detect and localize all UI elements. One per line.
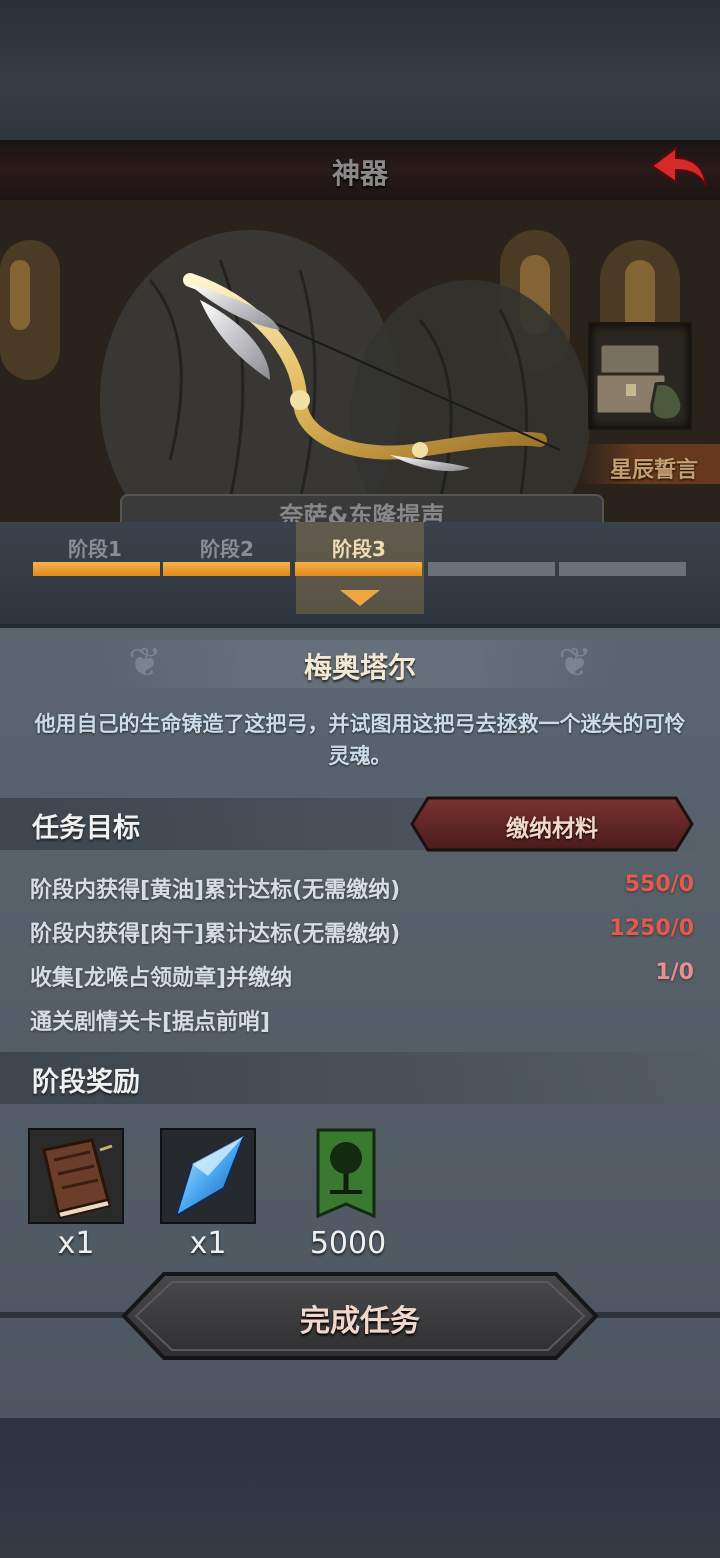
rewards-section-title: 阶段奖励 (32, 1067, 140, 1098)
tasks-section-title: 任务目标 (32, 813, 140, 844)
artifact-name: 梅奥塔尔 (303, 651, 416, 684)
reward-item-book[interactable] (28, 1128, 124, 1224)
task-text: 阶段内获得[黄油]累计达标(无需缴纳) (30, 878, 401, 903)
task-progress: 1/0 (655, 960, 694, 985)
page-title: 神器 (331, 157, 388, 190)
header-bar: 神器 (0, 140, 720, 202)
submit-materials-button[interactable]: 缴纳材料 (410, 796, 694, 852)
task-item: 通关剧情关卡[据点前哨] (30, 998, 694, 1038)
active-stage-indicator-icon (340, 590, 380, 606)
stage-progress-segment (559, 562, 686, 576)
reward-frame (160, 1128, 256, 1224)
task-progress: 1250/0 (609, 916, 694, 941)
tree-banner-icon (316, 1128, 376, 1219)
tab-stage-2[interactable]: 阶段2 (162, 533, 292, 562)
tab-stage-1[interactable]: 阶段1 (30, 533, 160, 562)
tab-stage-3[interactable]: 阶段3 (294, 533, 424, 562)
reward-count: 5000 (309, 1226, 387, 1261)
reward-count: x1 (189, 1226, 227, 1261)
stage-progress-segment (163, 562, 290, 576)
back-arrow-icon (650, 146, 707, 187)
task-item: 阶段内获得[黄油]累计达标(无需缴纳) 550/0 (30, 866, 694, 906)
stage-progress-segment (428, 562, 555, 576)
reward-count: x1 (57, 1226, 95, 1261)
bottom-background (0, 1418, 720, 1558)
task-text: 阶段内获得[肉干]累计达标(无需缴纳) (30, 922, 401, 947)
reward-item-banner[interactable] (316, 1128, 376, 1224)
divider-line (0, 1312, 130, 1318)
top-background (0, 0, 720, 140)
back-button[interactable] (646, 144, 710, 194)
stage-progress-segment (295, 562, 422, 576)
task-text: 通关剧情关卡[据点前哨] (30, 1010, 271, 1035)
treasure-chest-button[interactable] (588, 322, 692, 430)
crystal-icon (162, 1130, 254, 1222)
reward-frame (28, 1128, 124, 1224)
artifact-title: 星辰誓言 (609, 458, 698, 483)
task-item: 收集[龙喉占领勋章]并缴纳 1/0 (30, 954, 694, 994)
divider-line (590, 1312, 720, 1318)
task-item: 阶段内获得[肉干]累计达标(无需缴纳) 1250/0 (30, 910, 694, 950)
submit-materials-label: 缴纳材料 (506, 816, 598, 842)
task-progress: 550/0 (624, 872, 694, 897)
complete-task-button[interactable]: 完成任务 (120, 1270, 600, 1362)
book-icon (30, 1130, 122, 1222)
task-text: 收集[龙喉占领勋章]并缴纳 (30, 966, 293, 991)
artifact-description: 他用自己的生命铸造了这把弓，并试图用这把弓去拯救一个迷失的可怜灵魂。 (34, 712, 686, 768)
stage-progress-segment (33, 562, 160, 576)
reward-item-crystal[interactable] (160, 1128, 256, 1224)
complete-task-label: 完成任务 (300, 1304, 420, 1339)
treasure-chest-icon (594, 342, 684, 422)
